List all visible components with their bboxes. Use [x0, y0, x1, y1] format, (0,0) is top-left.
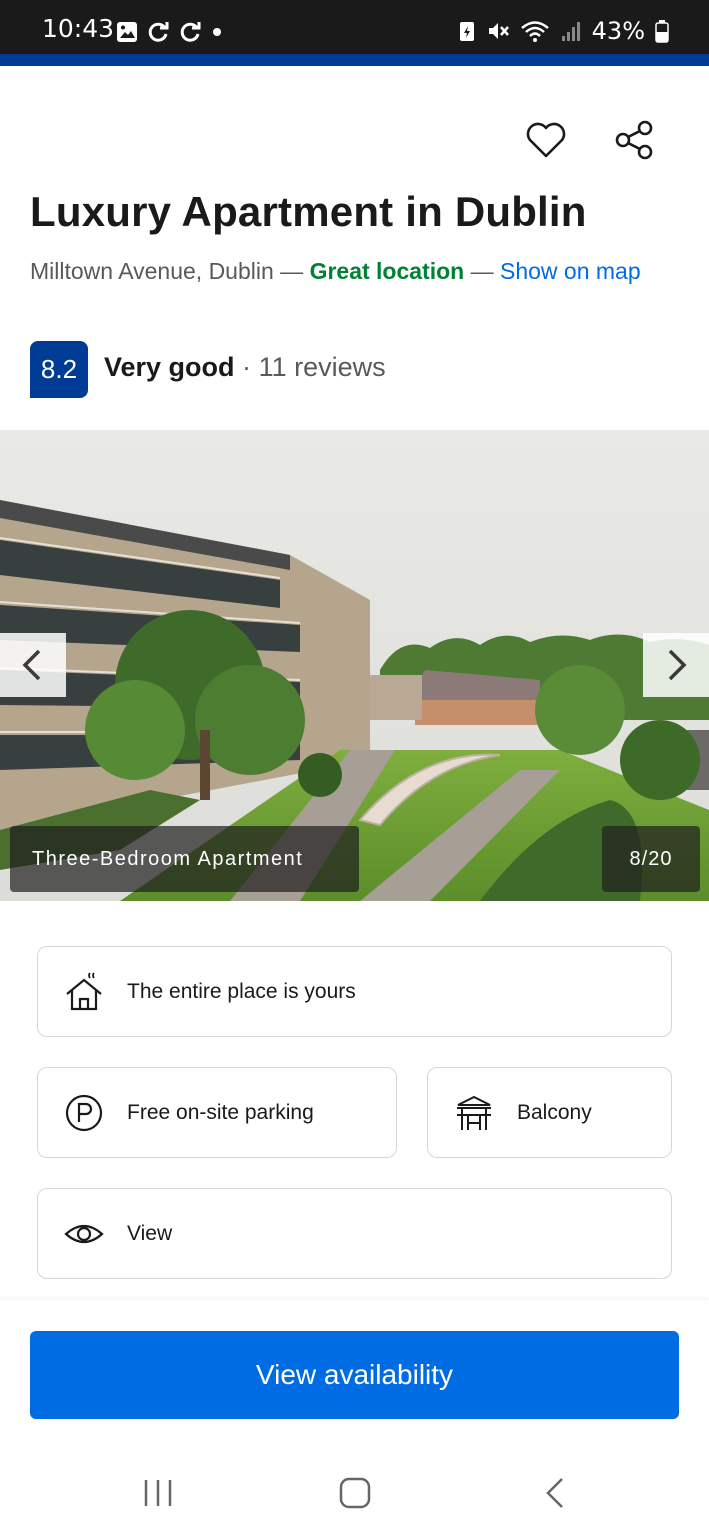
share-icon[interactable] — [613, 118, 657, 162]
facility-label: View — [127, 1221, 173, 1245]
recent-apps-icon — [144, 1480, 172, 1506]
eye-icon — [64, 1214, 104, 1254]
battery-saver-icon — [459, 22, 474, 41]
recent-apps-button[interactable] — [133, 1468, 183, 1518]
facility-card: View — [37, 1188, 672, 1279]
sync-notification-icon-2 — [180, 22, 201, 42]
more-notifications-dot-icon — [213, 28, 221, 36]
rating-summary[interactable]: Very good · 11 reviews — [104, 352, 386, 383]
chevron-right-icon — [668, 649, 687, 681]
battery-icon — [655, 20, 669, 43]
home-button[interactable] — [330, 1468, 380, 1518]
sync-notification-icon — [148, 22, 169, 42]
signal-icon — [561, 22, 580, 41]
photo-prev-button[interactable] — [0, 633, 66, 697]
separator: — — [280, 258, 304, 284]
house-icon — [64, 971, 104, 1012]
facility-card: The entire place is yours — [37, 946, 672, 1037]
facility-label: Balcony — [517, 1100, 592, 1124]
rating-dot: · — [242, 352, 252, 382]
facility-label: The entire place is yours — [127, 979, 356, 1003]
property-address: Milltown Avenue, Dublin — [30, 258, 274, 284]
location-badge: Great location — [309, 258, 465, 284]
separator: — — [470, 258, 494, 284]
reviews-count[interactable]: 11 reviews — [259, 352, 386, 382]
facility-label: Free on-site parking — [127, 1100, 314, 1124]
status-bar: 10:43 43% — [0, 0, 709, 54]
photo-next-button[interactable] — [643, 633, 709, 697]
status-time: 10:43 — [42, 14, 115, 43]
property-address-line: Milltown Avenue, Dublin — Great location… — [30, 252, 670, 290]
mute-icon — [488, 23, 509, 39]
view-availability-button[interactable]: View availability — [30, 1331, 679, 1419]
header-brand-bar — [0, 54, 709, 66]
battery-percent: 43% — [591, 17, 645, 45]
property-title: Luxury Apartment in Dublin — [30, 188, 587, 235]
system-icons: 43% — [458, 17, 669, 45]
photo-counter: 8/20 — [602, 826, 700, 892]
review-score-badge: 8.2 — [30, 341, 88, 398]
balcony-icon — [454, 1093, 494, 1133]
parking-icon — [64, 1093, 104, 1133]
back-icon — [546, 1478, 563, 1508]
facility-card: Balcony — [427, 1067, 672, 1158]
back-button[interactable] — [530, 1468, 580, 1518]
home-icon — [339, 1477, 371, 1509]
wifi-icon — [520, 21, 549, 42]
notification-icons — [116, 20, 224, 44]
show-on-map-link[interactable]: Show on map — [500, 258, 641, 284]
chevron-left-icon — [22, 649, 41, 681]
photo-caption: Three-Bedroom Apartment — [10, 826, 359, 892]
gallery-notification-icon — [117, 22, 137, 42]
save-heart-icon[interactable] — [524, 118, 568, 162]
rating-word: Very good — [104, 352, 235, 382]
facility-card: Free on-site parking — [37, 1067, 397, 1158]
